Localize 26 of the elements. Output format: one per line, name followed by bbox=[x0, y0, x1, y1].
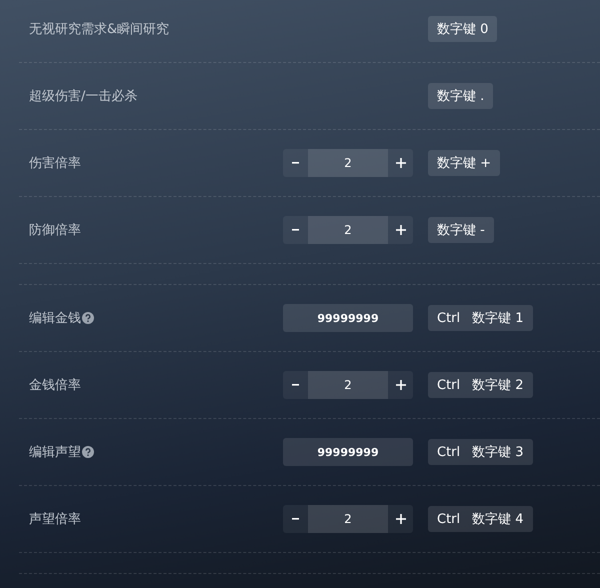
plus-icon bbox=[396, 514, 406, 524]
plus-icon bbox=[396, 225, 406, 235]
option-label: 超级伤害/一击必杀 bbox=[29, 88, 138, 105]
hotkey-badge: Ctrl 数字键 3 bbox=[428, 439, 533, 465]
minus-icon bbox=[292, 518, 299, 520]
minus-icon bbox=[292, 384, 299, 386]
option-label: 编辑声望 bbox=[29, 444, 81, 461]
help-icon[interactable] bbox=[82, 312, 94, 324]
hotkey-badge: 数字键 + bbox=[428, 150, 500, 176]
plus-icon bbox=[396, 380, 406, 390]
hotkey-badge: Ctrl 数字键 2 bbox=[428, 372, 533, 398]
option-label: 编辑金钱 bbox=[29, 310, 81, 327]
option-label: 伤害倍率 bbox=[29, 155, 81, 172]
plus-icon bbox=[396, 158, 406, 168]
option-label: 金钱倍率 bbox=[29, 377, 81, 394]
hotkey-badge: 数字键 0 bbox=[428, 16, 498, 42]
hotkey-badge: Ctrl 数字键 4 bbox=[428, 506, 533, 532]
hotkey-badge: Ctrl 数字键 1 bbox=[428, 305, 533, 331]
help-icon[interactable] bbox=[82, 446, 94, 458]
option-label: 防御倍率 bbox=[29, 222, 81, 239]
option-label: 声望倍率 bbox=[29, 511, 81, 528]
minus-icon bbox=[292, 162, 299, 164]
option-label: 无视研究需求&瞬间研究 bbox=[29, 21, 170, 38]
hotkey-badge: 数字键 - bbox=[428, 217, 494, 243]
minus-icon bbox=[292, 229, 299, 231]
hotkey-badge: 数字键 . bbox=[428, 83, 494, 109]
